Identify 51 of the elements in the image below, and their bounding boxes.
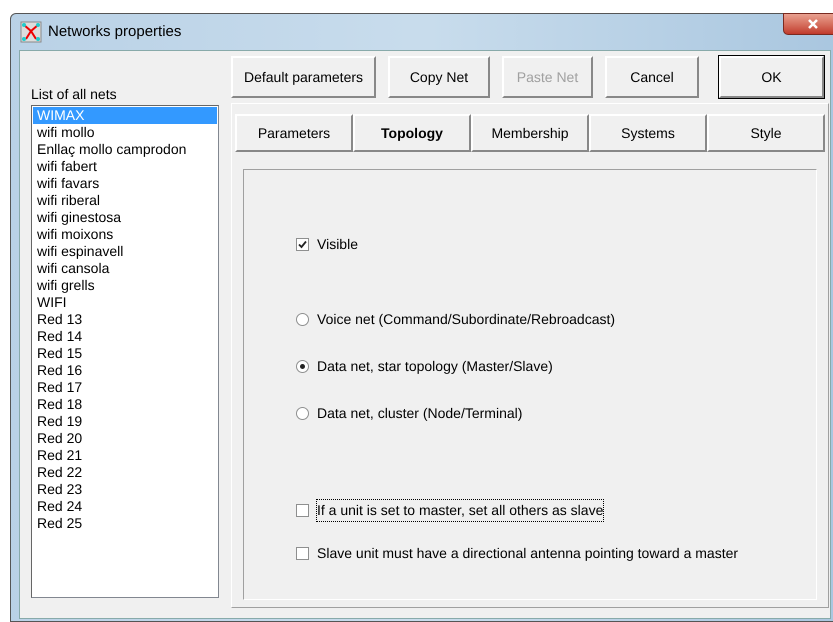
list-item[interactable]: Red 21 (33, 447, 217, 464)
list-item[interactable]: Red 16 (33, 362, 217, 379)
list-item[interactable]: wifi mollo (33, 124, 217, 141)
list-item[interactable]: Red 24 (33, 498, 217, 515)
option-label: If a unit is set to master, set all others as slave (317, 500, 604, 521)
list-item[interactable]: Red 18 (33, 396, 217, 413)
tab[interactable]: Parameters (235, 114, 353, 152)
list-item[interactable]: Red 20 (33, 430, 217, 447)
list-item[interactable]: wifi grells (33, 277, 217, 294)
dialog-button[interactable]: Default parameters (231, 56, 376, 98)
option-label: Voice net (Command/Subordinate/Rebroadcast) (317, 310, 616, 329)
list-item[interactable]: wifi favars (33, 175, 217, 192)
dialog-button[interactable]: Copy Net (388, 56, 490, 98)
tab[interactable]: Style (707, 114, 825, 152)
list-item[interactable]: wifi ginestosa (33, 209, 217, 226)
tab[interactable]: Topology (353, 114, 471, 152)
option-label: Visible (317, 235, 358, 254)
option-label: Data net, star topology (Master/Slave) (317, 357, 553, 376)
list-item[interactable]: wifi espinavell (33, 243, 217, 260)
list-item[interactable]: Red 13 (33, 311, 217, 328)
list-item[interactable]: Enllaç mollo camprodon (33, 141, 217, 158)
list-item[interactable]: Red 23 (33, 481, 217, 498)
checkbox[interactable] (296, 238, 309, 251)
list-item[interactable]: wifi fabert (33, 158, 217, 175)
radio-button[interactable] (296, 407, 309, 420)
list-item[interactable]: Red 25 (33, 515, 217, 532)
checkbox[interactable] (296, 547, 309, 560)
list-item[interactable]: Red 19 (33, 413, 217, 430)
list-item[interactable]: Red 17 (33, 379, 217, 396)
network-icon (20, 21, 42, 43)
option-label: Slave unit must have a directional antenna pointing toward a master (317, 544, 738, 563)
list-item[interactable]: Red 22 (33, 464, 217, 481)
checkmark-icon (298, 240, 307, 249)
tab[interactable]: Systems (589, 114, 707, 152)
list-item[interactable]: Red 14 (33, 328, 217, 345)
list-item[interactable]: wifi moixons (33, 226, 217, 243)
checkbox[interactable] (296, 504, 309, 517)
list-label: List of all nets (31, 85, 118, 104)
dialog-button[interactable]: Cancel (605, 56, 699, 98)
window-title: Networks properties (48, 22, 182, 42)
tab[interactable]: Membership (471, 114, 589, 152)
radio-button[interactable] (296, 313, 309, 326)
list-item[interactable]: wifi riberal (33, 192, 217, 209)
list-item[interactable]: Red 15 (33, 345, 217, 362)
list-item[interactable]: WIFI (33, 294, 217, 311)
option-label: Data net, cluster (Node/Terminal) (317, 404, 522, 423)
radio-button[interactable] (296, 360, 309, 373)
dialog-button[interactable]: OK (719, 56, 824, 98)
close-button[interactable] (783, 13, 833, 35)
list-item[interactable]: wifi cansola (33, 260, 217, 277)
close-icon (807, 19, 819, 29)
